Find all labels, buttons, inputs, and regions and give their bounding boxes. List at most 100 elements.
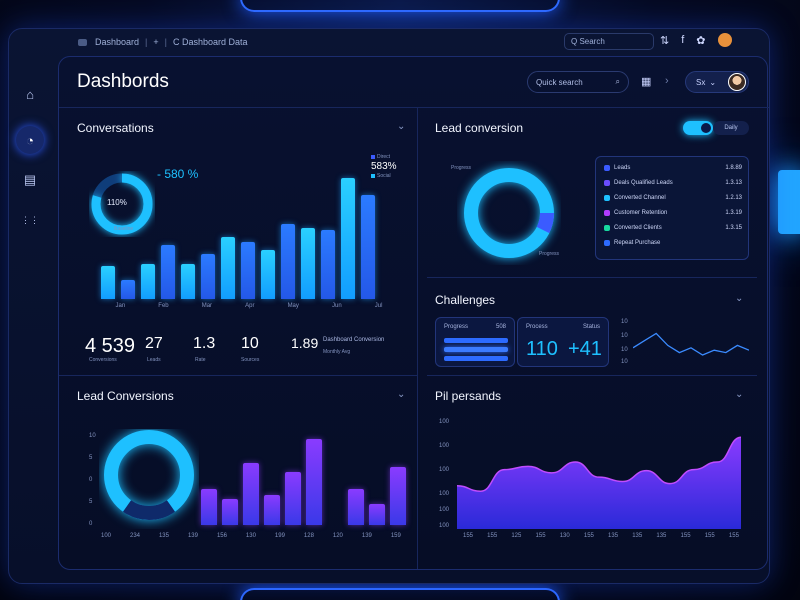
- search-icon: ⌕: [615, 77, 620, 86]
- tab-label[interactable]: C Dashboard Data: [173, 37, 248, 47]
- add-tab-icon[interactable]: +: [153, 37, 158, 47]
- titlebar: Dashboard | + | C Dashboard Data Q Searc…: [60, 30, 760, 54]
- lead-conversions-x-axis: 100 234 135 139 156 130 199 128 120 139 …: [101, 533, 401, 539]
- stat-label: Conversions: [89, 357, 117, 363]
- donut-center-label: 110%: [107, 198, 127, 207]
- progress-bar: [444, 347, 508, 352]
- card-value: 110: [526, 338, 558, 360]
- search-input[interactable]: Quick search ⌕: [527, 71, 629, 93]
- stat-sublabel: Monthly Avg: [323, 349, 351, 355]
- bar: [261, 250, 275, 299]
- bar: [369, 504, 385, 525]
- user-label: Sx: [696, 77, 706, 87]
- challenge-card-1[interactable]: Progress 508: [435, 317, 515, 367]
- legend-swatch: [604, 240, 610, 246]
- donut-bottom-label: Progress: [539, 251, 560, 257]
- bar: [348, 489, 364, 525]
- sidebar-item-documents[interactable]: ▤: [16, 166, 44, 194]
- legend-row: Converted Clients 1.3.15: [604, 225, 742, 231]
- filter-icon[interactable]: ⇅: [660, 34, 669, 47]
- conversations-headline-value: - 580 %: [157, 167, 199, 181]
- area-fill: [457, 437, 741, 529]
- bar: [390, 466, 406, 525]
- legend-item-social: Social: [371, 173, 391, 179]
- bar: [285, 472, 301, 525]
- bar: [243, 462, 259, 525]
- stat-value: 4 539: [85, 335, 136, 357]
- challenge-card-2[interactable]: Process Status 110 +41: [517, 317, 609, 367]
- x-tick: Jan: [115, 303, 126, 309]
- toggle-label[interactable]: Daily: [713, 121, 749, 135]
- progress-bar: [444, 356, 508, 361]
- calendar-icon[interactable]: ▦: [641, 75, 651, 88]
- chevron-down-icon[interactable]: ⌄: [735, 293, 743, 304]
- bar: [101, 266, 115, 299]
- progress-bar: [444, 338, 508, 343]
- challenges-title: Challenges: [435, 293, 496, 307]
- bar: [306, 438, 322, 525]
- bottom-glow-accent: [240, 588, 560, 600]
- card-value: 508: [495, 324, 506, 330]
- bar: [281, 224, 295, 299]
- header-divider: [59, 107, 769, 108]
- legend-swatch: [604, 195, 610, 201]
- conversations-title: Conversations: [77, 121, 154, 135]
- chart-icon: ◔: [26, 132, 34, 148]
- grid-icon: ⋮⋮: [21, 214, 39, 225]
- stat-label: Leads: [147, 357, 161, 363]
- card-label: Progress: [444, 324, 469, 330]
- center-divider: [417, 107, 418, 569]
- view-toggle[interactable]: [683, 121, 713, 135]
- stat-value: 1.89: [291, 335, 319, 351]
- bar: [241, 241, 255, 299]
- pil-persands-x-axis: 155 155 125 155 130 155 135 135 135 155 …: [463, 533, 739, 539]
- chevron-down-icon[interactable]: ⌄: [397, 389, 405, 400]
- titlebar-icons: ⇅ f ✿: [660, 33, 732, 47]
- bar: [341, 177, 355, 299]
- legend-swatch: [604, 210, 610, 216]
- x-tick: Jul: [374, 303, 383, 309]
- legend-swatch: [604, 165, 610, 171]
- x-tick: Mar: [201, 303, 213, 309]
- sidebar-item-apps[interactable]: ⋮⋮: [16, 206, 44, 234]
- lead-conversion-donut: [464, 168, 555, 258]
- card-small: Status: [582, 324, 600, 330]
- lead-conversion-title: Lead conversion: [435, 121, 524, 135]
- facebook-icon[interactable]: f: [681, 34, 684, 46]
- x-tick: Jun: [331, 303, 342, 309]
- stat-value: 1.3: [193, 335, 216, 352]
- bar: [321, 229, 335, 299]
- x-tick: May: [287, 303, 299, 309]
- x-tick: Feb: [158, 303, 169, 309]
- lead-conversions-donut: [104, 430, 194, 521]
- bar: [181, 264, 195, 299]
- avatar[interactable]: [717, 33, 732, 47]
- legend-swatch: [604, 225, 610, 231]
- user-avatar[interactable]: [728, 73, 746, 91]
- user-menu[interactable]: Sx ⌄: [685, 71, 749, 93]
- titlebar-search-label: Q Search: [571, 37, 605, 46]
- chevron-down-icon[interactable]: ⌄: [735, 389, 743, 400]
- sidebar-item-home[interactable]: ⌂: [16, 80, 44, 108]
- right-glow-accent: [778, 170, 800, 234]
- legend-row: Leads 1.8.89: [604, 165, 742, 171]
- chevron-down-icon[interactable]: ⌄: [397, 121, 405, 132]
- bar: [222, 498, 238, 525]
- legend-row: Converted Channel 1.2.13: [604, 195, 742, 201]
- challenges-line-chart: [633, 332, 749, 356]
- bar: [221, 236, 235, 299]
- legend-row: Deals Qualified Leads 1.3.13: [604, 180, 742, 186]
- card-label: Process: [526, 324, 548, 330]
- lead-conversions-title: Lead Conversions: [77, 389, 174, 403]
- stat-label: Sources: [241, 357, 260, 363]
- titlebar-search[interactable]: Q Search: [564, 33, 654, 50]
- donut-left-label: Progress: [451, 165, 472, 171]
- window-menu-icon[interactable]: [78, 38, 87, 46]
- pil-persands-area-chart: [457, 436, 741, 529]
- bar: [141, 264, 155, 299]
- bar: [301, 227, 315, 299]
- app-label: Dashboard: [95, 37, 140, 47]
- settings-icon[interactable]: ✿: [696, 34, 705, 47]
- stat-value: 10: [241, 335, 259, 352]
- sidebar-item-analytics[interactable]: ◔: [16, 126, 44, 154]
